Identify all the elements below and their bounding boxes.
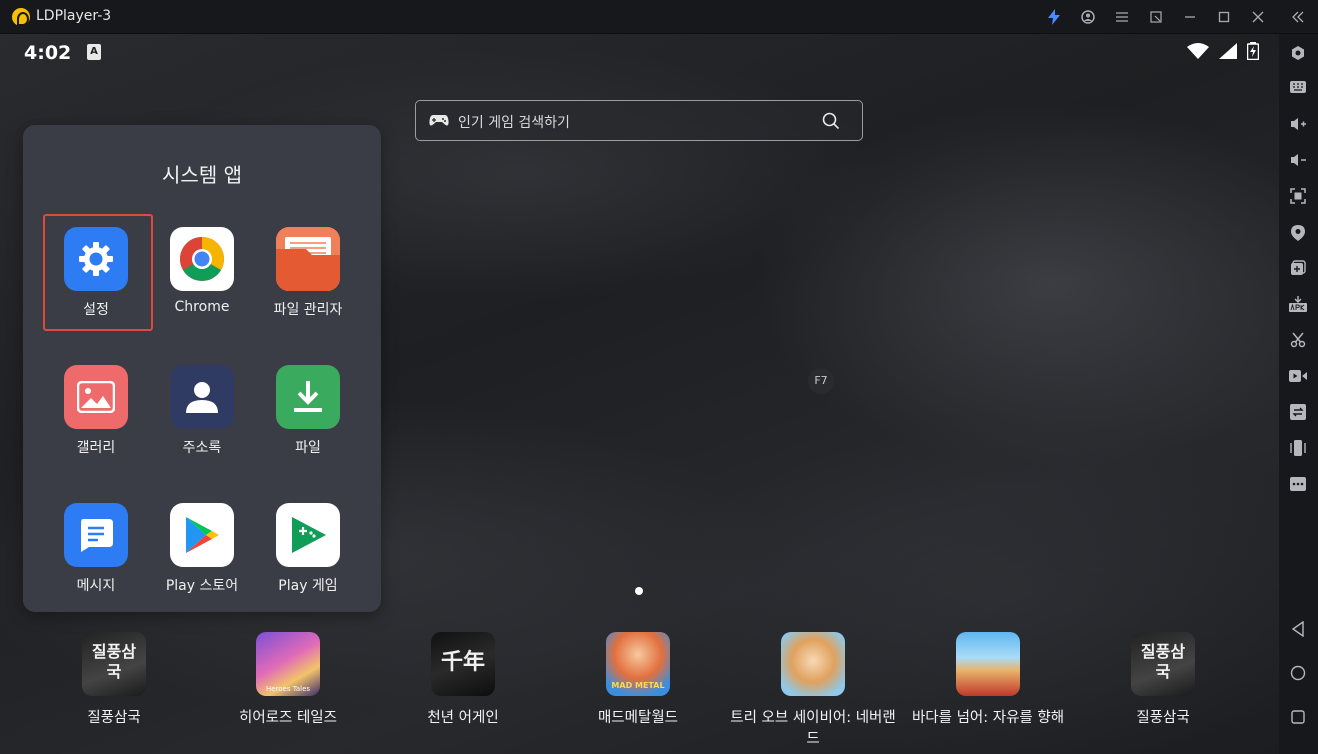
bolt-icon[interactable] <box>1042 5 1066 29</box>
gamepad-icon <box>429 115 449 126</box>
apk-install-icon[interactable] <box>1288 294 1308 314</box>
game-icon: MAD METAL <box>606 632 670 696</box>
game-icon-text: 질풍삼국 <box>1140 642 1186 681</box>
location-icon[interactable] <box>1288 223 1308 243</box>
dock-app-7[interactable]: 질풍삼국 질풍삼국 <box>1075 632 1251 752</box>
dock-app-4[interactable]: MAD METAL 매드메탈월드 <box>550 632 726 752</box>
title-bar: LDPlayer-3 <box>0 0 1318 34</box>
gallery-icon <box>64 365 128 429</box>
app-label: 메시지 <box>76 578 116 594</box>
account-icon[interactable] <box>1076 5 1100 29</box>
app-messages[interactable]: 메시지 <box>42 490 150 602</box>
dock-app-label: 트리 오브 세이비어: 네버랜드 <box>730 710 896 747</box>
game-icon: 질풍삼국 <box>1131 632 1195 696</box>
screenshot-icon[interactable] <box>1288 186 1308 206</box>
minimize-icon[interactable] <box>1178 5 1202 29</box>
app-chrome[interactable]: Chrome <box>148 214 256 326</box>
signal-icon <box>1219 43 1237 59</box>
app-label: Play 스토어 <box>165 578 239 594</box>
settings-gear-icon[interactable] <box>1288 43 1308 63</box>
keyboard-icon[interactable] <box>1288 77 1308 97</box>
game-icon-text: 千年 <box>440 649 485 675</box>
multi-instance-icon[interactable] <box>1288 258 1308 278</box>
app-play-games[interactable]: Play 게임 <box>254 490 362 602</box>
menu-icon[interactable] <box>1110 5 1134 29</box>
game-icon <box>956 632 1020 696</box>
dock-app-6[interactable]: 바다를 넘어: 자유를 향해 <box>900 632 1076 752</box>
status-icons <box>1187 42 1259 60</box>
page-indicator <box>635 587 643 595</box>
contacts-icon <box>170 365 234 429</box>
messages-icon <box>64 503 128 567</box>
app-play-store[interactable]: Play 스토어 <box>148 490 256 602</box>
app-file-manager[interactable]: 파일 관리자 <box>254 214 362 326</box>
battery-icon <box>1247 42 1259 60</box>
recents-icon[interactable] <box>1288 707 1308 727</box>
volume-up-icon[interactable] <box>1288 114 1308 134</box>
dock-app-2[interactable]: Heroes Tales 히어로즈 테일즈 <box>200 632 376 752</box>
f7-hint[interactable]: F7 <box>808 368 834 394</box>
dock-app-label: 질풍삼국 <box>1136 710 1190 726</box>
game-icon-text: Heroes Tales <box>265 685 311 693</box>
back-icon[interactable] <box>1288 619 1308 639</box>
dock-app-label: 바다를 넘어: 자유를 향해 <box>911 710 1065 726</box>
shake-icon[interactable] <box>1288 438 1308 458</box>
dock-app-label: 히어로즈 테일즈 <box>239 710 337 726</box>
scissors-icon[interactable] <box>1288 330 1308 350</box>
app-label: Chrome <box>174 299 230 315</box>
app-gallery[interactable]: 갤러리 <box>42 352 150 464</box>
app-contacts[interactable]: 주소록 <box>148 352 256 464</box>
dock-app-1[interactable]: 질풍삼국 질풍삼국 <box>26 632 202 752</box>
notification-icon: A <box>87 44 101 60</box>
game-icon <box>781 632 845 696</box>
window-title: LDPlayer-3 <box>36 8 112 24</box>
selected-app-highlight <box>43 214 153 331</box>
more-icon[interactable] <box>1288 474 1308 494</box>
collapse-icon[interactable] <box>1286 5 1310 29</box>
app-label: 파일 관리자 <box>273 302 343 318</box>
right-toolbar <box>1279 34 1318 754</box>
search-icon[interactable] <box>822 112 840 130</box>
app-label: 갤러리 <box>76 440 116 456</box>
game-search-bar[interactable]: 인기 게임 검색하기 <box>415 100 863 141</box>
app-files[interactable]: 파일 <box>254 352 362 464</box>
android-screen[interactable]: 4:02 A 인기 게임 검색하기 시스템 앱 설정 Chrome 파일 관리자… <box>0 34 1279 754</box>
dock-app-label: 질풍삼국 <box>87 710 141 726</box>
popout-icon[interactable] <box>1144 5 1168 29</box>
play-store-icon <box>170 503 234 567</box>
app-label: 주소록 <box>182 440 222 456</box>
ldplayer-logo-icon <box>12 8 30 26</box>
game-icon: Heroes Tales <box>256 632 320 696</box>
system-apps-folder: 시스템 앱 설정 Chrome 파일 관리자 갤러리 주소록 파일 메시지 Pl… <box>23 125 381 612</box>
home-icon[interactable] <box>1288 663 1308 683</box>
file-manager-icon <box>276 227 340 291</box>
dock-app-5[interactable]: 트리 오브 세이비어: 네버랜드 <box>725 632 901 752</box>
game-icon-text: MAD METAL <box>611 681 665 690</box>
game-icon: 질풍삼국 <box>82 632 146 696</box>
volume-down-icon[interactable] <box>1288 150 1308 170</box>
game-icon: 千年 <box>431 632 495 696</box>
dock-app-3[interactable]: 千年 천년 어게인 <box>375 632 551 752</box>
maximize-icon[interactable] <box>1212 5 1236 29</box>
record-icon[interactable] <box>1288 366 1308 386</box>
status-time: 4:02 <box>24 42 72 64</box>
search-input[interactable]: 인기 게임 검색하기 <box>458 112 570 132</box>
dock-app-label: 매드메탈월드 <box>597 710 679 726</box>
close-icon[interactable] <box>1246 5 1270 29</box>
game-icon-text: 질풍삼국 <box>91 642 137 681</box>
download-icon <box>276 365 340 429</box>
dock-app-label: 천년 어게인 <box>427 710 499 726</box>
sync-icon[interactable] <box>1288 402 1308 422</box>
chrome-icon <box>170 227 234 291</box>
wifi-icon <box>1187 43 1209 59</box>
play-games-icon <box>276 503 340 567</box>
folder-title: 시스템 앱 <box>162 163 242 187</box>
app-label: Play 게임 <box>278 578 338 594</box>
app-label: 파일 <box>295 440 321 456</box>
